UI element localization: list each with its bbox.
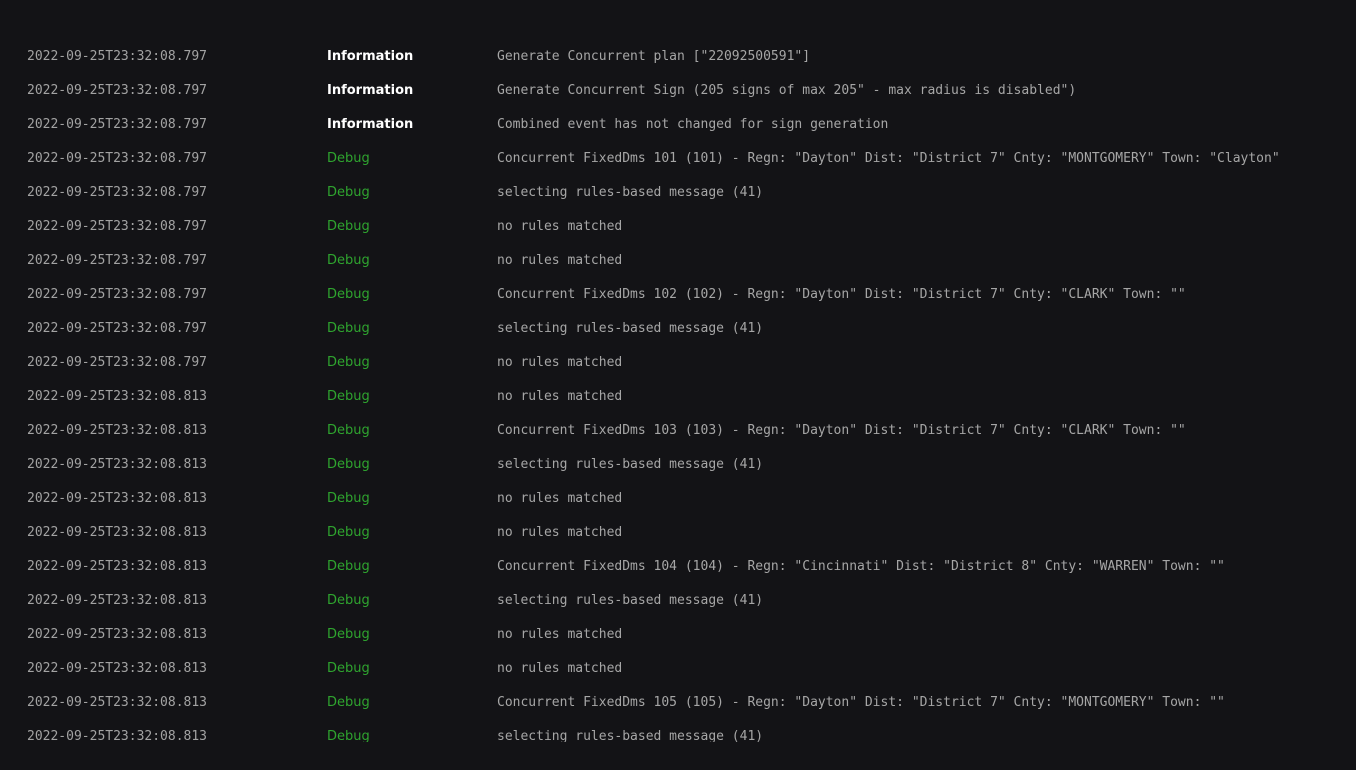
log-row[interactable]: 2022-09-25T23:32:08.797 Debug Concurrent F… — [0, 278, 1356, 312]
log-message: no rules matched — [497, 627, 623, 642]
log-message: Generate Concurrent Sign (205 signs of m… — [497, 83, 1077, 98]
log-level: Debug — [327, 151, 370, 166]
log-message: selecting rules-based message (41) — [497, 729, 764, 742]
log-row[interactable]: 2022-09-25T23:32:08.813 Debug no rules mat… — [0, 516, 1356, 550]
log-level: Debug — [327, 321, 370, 336]
log-level: Debug — [327, 559, 370, 574]
log-message: selecting rules-based message (41) — [497, 593, 764, 608]
log-level: Debug — [327, 491, 370, 506]
log-row[interactable]: 2022-09-25T23:32:08.797 Information Genera… — [0, 74, 1356, 108]
log-message: Concurrent FixedDms 101 (101) - Regn: "D… — [497, 151, 1280, 166]
log-row[interactable]: 2022-09-25T23:32:08.797 Debug no rules mat… — [0, 210, 1356, 244]
log-level: Debug — [327, 287, 370, 302]
log-message: Concurrent FixedDms 103 (103) - Regn: "D… — [497, 423, 1186, 438]
log-timestamp: 2022-09-25T23:32:08.797 — [27, 151, 208, 166]
log-timestamp: 2022-09-25T23:32:08.813 — [27, 695, 208, 710]
log-level: Debug — [327, 661, 370, 676]
log-message: Concurrent FixedDms 105 (105) - Regn: "D… — [497, 695, 1225, 710]
log-row[interactable]: 2022-09-25T23:32:08.813 Debug selecting ru… — [0, 448, 1356, 482]
log-row[interactable]: 2022-09-25T23:32:08.797 Information Combin… — [0, 108, 1356, 142]
log-row[interactable]: 2022-09-25T23:32:08.797 Debug no rules mat… — [0, 346, 1356, 380]
log-timestamp: 2022-09-25T23:32:08.797 — [27, 219, 208, 234]
log-message: no rules matched — [497, 661, 623, 676]
log-message: selecting rules-based message (41) — [497, 457, 764, 472]
log-level: Debug — [327, 593, 370, 608]
log-timestamp: 2022-09-25T23:32:08.797 — [27, 185, 208, 200]
log-timestamp: 2022-09-25T23:32:08.797 — [27, 355, 208, 370]
log-row[interactable]: 2022-09-25T23:32:08.797 Debug no rules mat… — [0, 244, 1356, 278]
log-row[interactable]: 2022-09-25T23:32:08.813 Debug no rules mat… — [0, 618, 1356, 652]
log-timestamp: 2022-09-25T23:32:08.813 — [27, 627, 208, 642]
log-row[interactable]: 2022-09-25T23:32:08.813 Debug Concurrent F… — [0, 686, 1356, 720]
log-message: Combined event has not changed for sign … — [497, 117, 889, 132]
log-row[interactable]: 2022-09-25T23:32:08.813 Debug Concurrent F… — [0, 550, 1356, 584]
log-message: no rules matched — [497, 355, 623, 370]
log-row[interactable]: 2022-09-25T23:32:08.813 Debug no rules mat… — [0, 380, 1356, 414]
log-message: Concurrent FixedDms 104 (104) - Regn: "C… — [497, 559, 1225, 574]
log-row[interactable]: 2022-09-25T23:32:08.813 Debug selecting ru… — [0, 584, 1356, 618]
log-level: Debug — [327, 457, 370, 472]
log-message: selecting rules-based message (41) — [497, 185, 764, 200]
log-timestamp: 2022-09-25T23:32:08.813 — [27, 423, 208, 438]
log-level: Debug — [327, 695, 370, 710]
log-row[interactable]: 2022-09-25T23:32:08.797 Information Genera… — [0, 40, 1356, 74]
log-message: no rules matched — [497, 525, 623, 540]
log-viewer[interactable]: 2022-09-25T23:32:08.797 Information Genera… — [0, 40, 1356, 742]
log-level: Debug — [327, 525, 370, 540]
log-timestamp: 2022-09-25T23:32:08.813 — [27, 389, 208, 404]
log-message: no rules matched — [497, 253, 623, 268]
log-row[interactable]: 2022-09-25T23:32:08.813 Debug no rules mat… — [0, 482, 1356, 516]
log-timestamp: 2022-09-25T23:32:08.813 — [27, 525, 208, 540]
log-level: Debug — [327, 253, 370, 268]
log-level: Debug — [327, 219, 370, 234]
log-timestamp: 2022-09-25T23:32:08.813 — [27, 729, 208, 742]
log-row[interactable]: 2022-09-25T23:32:08.797 Debug selecting ru… — [0, 176, 1356, 210]
log-message: no rules matched — [497, 491, 623, 506]
log-level: Debug — [327, 423, 370, 438]
log-level: Debug — [327, 355, 370, 370]
log-timestamp: 2022-09-25T23:32:08.797 — [27, 117, 208, 132]
log-level: Debug — [327, 185, 370, 200]
log-message: Concurrent FixedDms 102 (102) - Regn: "D… — [497, 287, 1186, 302]
log-level: Debug — [327, 627, 370, 642]
log-row[interactable]: 2022-09-25T23:32:08.813 Debug no rules mat… — [0, 652, 1356, 686]
log-list: 2022-09-25T23:32:08.797 Information Genera… — [0, 40, 1356, 742]
log-timestamp: 2022-09-25T23:32:08.813 — [27, 457, 208, 472]
log-row[interactable]: 2022-09-25T23:32:08.797 Debug selecting ru… — [0, 312, 1356, 346]
log-timestamp: 2022-09-25T23:32:08.797 — [27, 253, 208, 268]
log-message: no rules matched — [497, 389, 623, 404]
log-message: no rules matched — [497, 219, 623, 234]
log-message: Generate Concurrent plan ["22092500591"] — [497, 49, 811, 64]
log-timestamp: 2022-09-25T23:32:08.797 — [27, 287, 208, 302]
log-timestamp: 2022-09-25T23:32:08.797 — [27, 83, 208, 98]
log-timestamp: 2022-09-25T23:32:08.813 — [27, 559, 208, 574]
log-level: Debug — [327, 389, 370, 404]
log-row[interactable]: 2022-09-25T23:32:08.813 Debug selecting ru… — [0, 720, 1356, 742]
log-timestamp: 2022-09-25T23:32:08.797 — [27, 49, 208, 64]
log-level: Information — [327, 49, 414, 64]
log-level: Information — [327, 117, 414, 132]
log-level: Information — [327, 83, 414, 98]
log-timestamp: 2022-09-25T23:32:08.813 — [27, 593, 208, 608]
log-timestamp: 2022-09-25T23:32:08.813 — [27, 491, 208, 506]
log-timestamp: 2022-09-25T23:32:08.797 — [27, 321, 208, 336]
log-row[interactable]: 2022-09-25T23:32:08.813 Debug Concurrent F… — [0, 414, 1356, 448]
log-timestamp: 2022-09-25T23:32:08.813 — [27, 661, 208, 676]
log-level: Debug — [327, 729, 370, 742]
log-message: selecting rules-based message (41) — [497, 321, 764, 336]
log-row[interactable]: 2022-09-25T23:32:08.797 Debug Concurrent F… — [0, 142, 1356, 176]
